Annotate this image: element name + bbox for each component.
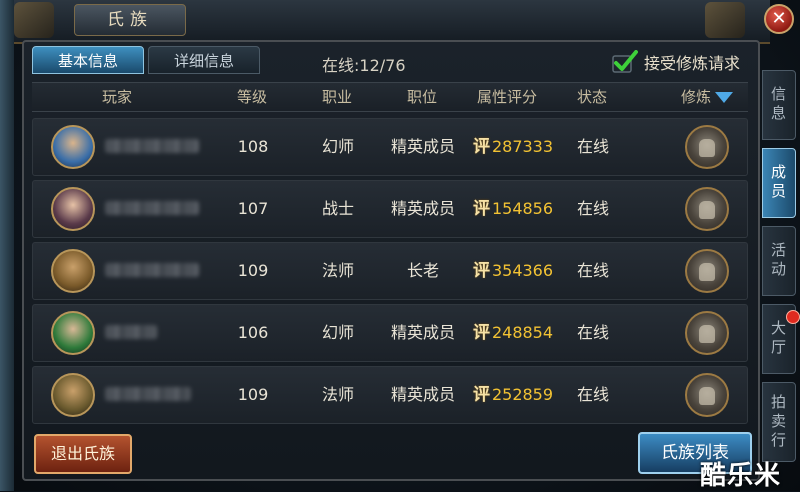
col-score: 属性评分 [476,88,537,106]
player-name-redacted [105,325,157,339]
member-row[interactable]: 106 幻师 精英成员 评 248854 在线 [32,304,748,362]
member-row[interactable]: 107 战士 精英成员 评 154856 在线 [32,180,748,238]
col-level: 等级 [236,88,267,106]
rank: 精英成员 [390,385,455,404]
score-prefix: 评 [472,323,490,343]
side-tab-activities[interactable]: 活动 [762,226,796,296]
train-button[interactable] [685,125,729,169]
rank: 精英成员 [390,137,455,156]
status: 在线 [576,199,609,218]
member-row[interactable]: 109 法师 长老 评 354366 在线 [32,242,748,300]
close-button[interactable]: ✕ [764,4,794,34]
level: 106 [237,323,269,342]
clan-panel: 基本信息 详细信息 在线:12/76 接受修炼请求 玩家 等级 职业 职位 属性… [22,40,760,481]
score-value: 154856 [491,199,554,218]
checkmark-icon [612,50,638,73]
notification-badge [786,310,800,324]
accept-training-label: 接受修炼请求 [644,54,741,73]
accept-training-toggle[interactable]: 接受修炼请求 [612,48,740,76]
avatar[interactable] [51,311,95,355]
train-button[interactable] [685,187,729,231]
attribute-score: 评 248854 [463,305,563,361]
col-rank: 职位 [406,88,437,106]
member-row[interactable]: 109 法师 精英成员 评 252859 在线 [32,366,748,424]
score-value: 252859 [491,385,554,404]
status: 在线 [576,137,609,156]
col-status: 状态 [576,88,607,106]
class: 战士 [321,199,354,218]
corner-ornament-left [14,2,54,38]
quit-clan-button[interactable]: 退出氏族 [34,434,132,474]
train-button[interactable] [685,373,729,417]
avatar[interactable] [51,187,95,231]
scenery-strip [0,0,14,491]
level: 109 [237,385,269,404]
rank: 长老 [406,261,439,280]
level: 107 [237,199,269,218]
score-prefix: 评 [472,261,490,281]
sort-down-icon[interactable] [715,92,733,103]
class: 幻师 [321,323,354,342]
attribute-score: 评 252859 [463,367,563,423]
rank: 精英成员 [390,199,455,218]
online-count: 在线:12/76 [322,56,406,75]
status: 在线 [576,323,609,342]
side-tab-bar: 信息 成员 活动 大厅 拍卖行 [762,70,800,491]
attribute-score: 评 154856 [463,181,563,237]
score-prefix: 评 [472,137,490,157]
player-name-redacted [105,263,199,277]
col-class: 职业 [321,88,352,106]
train-button[interactable] [685,311,729,355]
player-name-redacted [105,387,191,401]
corner-ornament-right [705,2,745,38]
class: 幻师 [321,137,354,156]
score-value: 354366 [491,261,554,280]
tab-bar: 基本信息 详细信息 在线:12/76 接受修炼请求 [32,46,752,76]
side-tab-info[interactable]: 信息 [762,70,796,140]
score-prefix: 评 [472,385,490,405]
score-value: 287333 [491,137,554,156]
member-row[interactable]: 108 幻师 精英成员 评 287333 在线 [32,118,748,176]
score-value: 248854 [491,323,554,342]
side-tab-auction[interactable]: 拍卖行 [762,382,796,462]
score-prefix: 评 [472,199,490,219]
window-title: 氏族 [74,4,186,36]
avatar[interactable] [51,125,95,169]
attribute-score: 评 287333 [463,119,563,175]
player-name-redacted [105,201,199,215]
player-name-redacted [105,139,199,153]
table-header: 玩家 等级 职业 职位 属性评分 状态 修炼 [32,82,748,112]
level: 109 [237,261,269,280]
class: 法师 [321,261,354,280]
title-bar: 氏族 [14,0,770,44]
watermark: 酷乐米 [700,461,782,491]
tab-detail-info[interactable]: 详细信息 [148,46,260,74]
train-button[interactable] [685,249,729,293]
rank: 精英成员 [390,323,455,342]
avatar[interactable] [51,249,95,293]
attribute-score: 评 354366 [463,243,563,299]
tab-basic-info[interactable]: 基本信息 [32,46,144,74]
side-tab-members[interactable]: 成员 [762,148,796,218]
col-training-label: 修炼 [680,88,711,106]
status: 在线 [576,261,609,280]
col-player: 玩家 [101,88,132,106]
level: 108 [237,137,269,156]
class: 法师 [321,385,354,404]
avatar[interactable] [51,373,95,417]
col-training[interactable]: 修炼 [662,83,752,111]
close-icon: ✕ [771,8,787,29]
status: 在线 [576,385,609,404]
